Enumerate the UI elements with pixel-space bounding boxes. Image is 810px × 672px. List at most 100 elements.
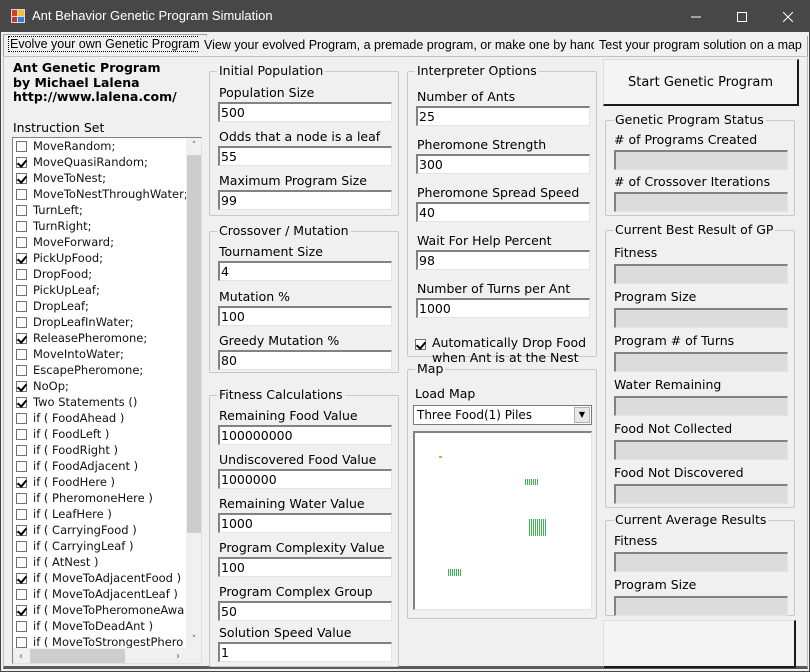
instruction-item[interactable]: MoveIntoWater; [13, 346, 186, 362]
complex-group-input[interactable]: 50 [218, 601, 392, 621]
unchecked-checkbox-icon[interactable] [16, 204, 27, 216]
unchecked-checkbox-icon[interactable] [16, 268, 27, 280]
instruction-item[interactable]: if ( CarryingLeaf ) [13, 538, 186, 554]
unchecked-checkbox-icon[interactable] [16, 316, 27, 328]
instruction-item[interactable]: MoveQuasiRandom; [13, 154, 186, 170]
unchecked-checkbox-icon[interactable] [16, 300, 27, 312]
instruction-item[interactable]: if ( FoodRight ) [13, 442, 186, 458]
instruction-item[interactable]: ReleasePheromone; [13, 330, 186, 346]
scroll-down-icon[interactable]: ˅ [186, 632, 201, 648]
scroll-thumb[interactable] [30, 649, 125, 663]
instruction-item[interactable]: if ( FoodHere ) [13, 474, 186, 490]
solution-speed-input[interactable]: 1 [218, 642, 392, 662]
instruction-item[interactable]: if ( CarryingFood ) [13, 522, 186, 538]
greedy-mutation-input[interactable]: 80 [218, 350, 392, 370]
undiscovered-food-input[interactable]: 1000000 [218, 469, 392, 489]
mutation-percent-input[interactable]: 100 [218, 306, 392, 326]
unchecked-checkbox-icon[interactable] [16, 364, 27, 376]
instruction-item[interactable]: DropFood; [13, 266, 186, 282]
unchecked-checkbox-icon[interactable] [16, 412, 27, 424]
unchecked-checkbox-icon[interactable] [16, 460, 27, 472]
chevron-down-icon[interactable]: ▼ [574, 407, 590, 423]
minimize-button[interactable] [673, 1, 719, 32]
instruction-set-list[interactable]: MoveRandom; MoveQuasiRandom; MoveToNest; Mo… [12, 137, 202, 664]
population-size-input[interactable]: 500 [218, 102, 392, 122]
checked-checkbox-icon[interactable] [16, 604, 27, 616]
instruction-item[interactable]: if ( FoodAdjacent ) [13, 458, 186, 474]
unchecked-checkbox-icon[interactable] [16, 188, 27, 200]
checked-checkbox-icon[interactable] [16, 396, 27, 408]
wait-for-help-input[interactable]: 98 [416, 250, 590, 270]
instruction-item[interactable]: if ( AtNest ) [13, 554, 186, 570]
checked-checkbox-icon[interactable] [16, 380, 27, 392]
scroll-left-icon[interactable]: ‹ [13, 648, 29, 663]
tab-view-program[interactable]: View your evolved Program, a premade pro… [199, 36, 604, 56]
blank-action-button[interactable] [603, 620, 796, 668]
vertical-scrollbar[interactable]: ˄ ˅ [186, 138, 201, 648]
instruction-item[interactable]: PickUpFood; [13, 250, 186, 266]
instruction-item[interactable]: MoveRandom; [13, 138, 186, 154]
instruction-item[interactable]: Two Statements () [13, 394, 186, 410]
remaining-food-input[interactable]: 100000000 [218, 425, 392, 445]
unchecked-checkbox-icon[interactable] [16, 284, 27, 296]
horizontal-scrollbar[interactable]: ‹ › [13, 648, 186, 663]
start-genetic-program-button[interactable]: Start Genetic Program [603, 59, 799, 106]
checkbox-icon[interactable] [415, 339, 426, 350]
checked-checkbox-icon[interactable] [16, 524, 27, 536]
instruction-item[interactable]: DropLeafInWater; [13, 314, 186, 330]
unchecked-checkbox-icon[interactable] [16, 236, 27, 248]
instruction-item[interactable]: EscapePheromone; [13, 362, 186, 378]
tab-evolve[interactable]: Evolve your own Genetic Program [3, 34, 207, 56]
checked-checkbox-icon[interactable] [16, 252, 27, 264]
instruction-item[interactable]: TurnLeft; [13, 202, 186, 218]
remaining-water-input[interactable]: 1000 [218, 513, 392, 533]
unchecked-checkbox-icon[interactable] [16, 492, 27, 504]
unchecked-checkbox-icon[interactable] [16, 220, 27, 232]
unchecked-checkbox-icon[interactable] [16, 444, 27, 456]
instruction-item[interactable]: if ( MoveToAdjacentFood ) [13, 570, 186, 586]
tournament-size-input[interactable]: 4 [218, 261, 392, 281]
instruction-item[interactable]: MoveToNestThroughWater; [13, 186, 186, 202]
instruction-item[interactable]: PickUpLeaf; [13, 282, 186, 298]
turns-per-ant-input[interactable]: 1000 [416, 298, 590, 318]
unchecked-checkbox-icon[interactable] [16, 588, 27, 600]
instruction-item[interactable]: if ( FoodAhead ) [13, 410, 186, 426]
tab-test-program[interactable]: Test your program solution on a map [594, 36, 808, 56]
unchecked-checkbox-icon[interactable] [16, 508, 27, 520]
unchecked-checkbox-icon[interactable] [16, 140, 27, 152]
instruction-item[interactable]: if ( PheromoneHere ) [13, 490, 186, 506]
unchecked-checkbox-icon[interactable] [16, 636, 27, 648]
instruction-item[interactable]: if ( MoveToPheromoneAwa [13, 602, 186, 618]
unchecked-checkbox-icon[interactable] [16, 428, 27, 440]
checked-checkbox-icon[interactable] [16, 572, 27, 584]
checked-checkbox-icon[interactable] [16, 156, 27, 168]
instruction-item[interactable]: MoveForward; [13, 234, 186, 250]
instruction-item[interactable]: DropLeaf; [13, 298, 186, 314]
scroll-up-icon[interactable]: ˄ [186, 138, 201, 154]
unchecked-checkbox-icon[interactable] [16, 540, 27, 552]
instruction-item[interactable]: if ( MoveToDeadAnt ) [13, 618, 186, 634]
instruction-item[interactable]: TurnRight; [13, 218, 186, 234]
unchecked-checkbox-icon[interactable] [16, 348, 27, 360]
instruction-item[interactable]: NoOp; [13, 378, 186, 394]
unchecked-checkbox-icon[interactable] [16, 620, 27, 632]
scroll-right-icon[interactable]: › [170, 648, 186, 663]
map-select[interactable]: Three Food(1) Piles ▼ [413, 405, 592, 425]
unchecked-checkbox-icon[interactable] [16, 556, 27, 568]
pheromone-spread-input[interactable]: 40 [416, 202, 590, 222]
maximize-button[interactable] [719, 1, 765, 32]
pheromone-strength-input[interactable]: 300 [416, 154, 590, 174]
checked-checkbox-icon[interactable] [16, 332, 27, 344]
leaf-odds-input[interactable]: 55 [218, 146, 392, 166]
checked-checkbox-icon[interactable] [16, 476, 27, 488]
number-of-ants-input[interactable]: 25 [416, 106, 590, 126]
instruction-item[interactable]: MoveToNest; [13, 170, 186, 186]
program-complexity-input[interactable]: 100 [218, 557, 392, 577]
instruction-item[interactable]: if ( MoveToAdjacentLeaf ) [13, 586, 186, 602]
checked-checkbox-icon[interactable] [16, 172, 27, 184]
scroll-thumb[interactable] [187, 155, 201, 533]
max-program-size-input[interactable]: 99 [218, 190, 392, 210]
close-button[interactable] [765, 1, 810, 32]
instruction-item[interactable]: if ( FoodLeft ) [13, 426, 186, 442]
instruction-item[interactable]: if ( LeafHere ) [13, 506, 186, 522]
